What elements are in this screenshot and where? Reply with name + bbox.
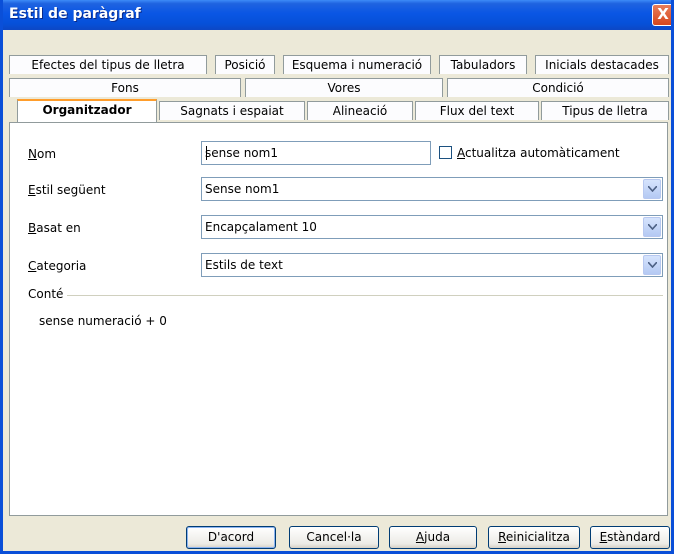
tab-text-flow[interactable]: Flux del text — [415, 101, 539, 120]
auto-update-label: Actualitza automàticament — [457, 146, 620, 160]
tab-background[interactable]: Fons — [9, 78, 241, 97]
contains-group-title: Conté — [28, 287, 64, 301]
chevron-down-icon — [648, 262, 657, 268]
cancel-button[interactable]: Cancel·la — [289, 526, 379, 549]
next-style-label: Estil següent — [28, 183, 106, 197]
ok-button[interactable]: D'acord — [186, 526, 276, 549]
tab-font-effects[interactable]: Efectes del tipus de lletra — [9, 55, 207, 74]
tab-tabs[interactable]: Tabuladors — [439, 55, 527, 74]
tab-outline-numbering[interactable]: Esquema i numeració — [283, 55, 431, 74]
tab-alignment[interactable]: Alineació — [307, 101, 413, 120]
text-caret — [206, 146, 207, 160]
category-select[interactable]: Estils de text — [201, 253, 663, 277]
tab-condition[interactable]: Condició — [447, 78, 669, 97]
tab-position[interactable]: Posició — [215, 55, 275, 74]
tab-font[interactable]: Tipus de lletra — [541, 101, 669, 120]
help-button[interactable]: Ajuda — [389, 526, 477, 549]
chevron-down-icon — [648, 186, 657, 192]
tab-drop-caps[interactable]: Inicials destacades — [535, 55, 669, 74]
chevron-down-icon — [648, 224, 657, 230]
close-icon: X — [657, 5, 669, 23]
tab-organizer[interactable]: Organitzador — [17, 99, 157, 122]
standard-button[interactable]: Estàndard — [590, 526, 670, 549]
based-on-dropdown-button[interactable] — [643, 217, 661, 237]
name-field[interactable]: sense nom1 — [201, 141, 431, 165]
category-dropdown-button[interactable] — [643, 255, 661, 275]
group-separator — [67, 295, 663, 296]
category-label: Categoria — [28, 259, 87, 273]
contains-text: sense numeració + 0 — [39, 314, 167, 328]
tab-indents-spacing[interactable]: Sagnats i espaiat — [159, 101, 305, 120]
next-style-dropdown-button[interactable] — [643, 179, 661, 199]
title-bar[interactable]: Estil de paràgraf X — [3, 0, 671, 30]
based-on-label: Basat en — [28, 221, 81, 235]
based-on-select[interactable]: Encapçalament 10 — [201, 215, 663, 239]
paragraph-style-dialog: Estil de paràgraf X Efectes del tipus de… — [0, 0, 674, 554]
window-title: Estil de paràgraf — [9, 6, 141, 22]
close-button[interactable]: X — [652, 4, 671, 26]
reset-button[interactable]: Reinicialitza — [488, 526, 580, 549]
name-label: Nom — [28, 147, 57, 161]
next-style-select[interactable]: Sense nom1 — [201, 177, 663, 201]
tab-borders[interactable]: Vores — [245, 78, 443, 97]
auto-update-checkbox[interactable] — [439, 146, 452, 159]
